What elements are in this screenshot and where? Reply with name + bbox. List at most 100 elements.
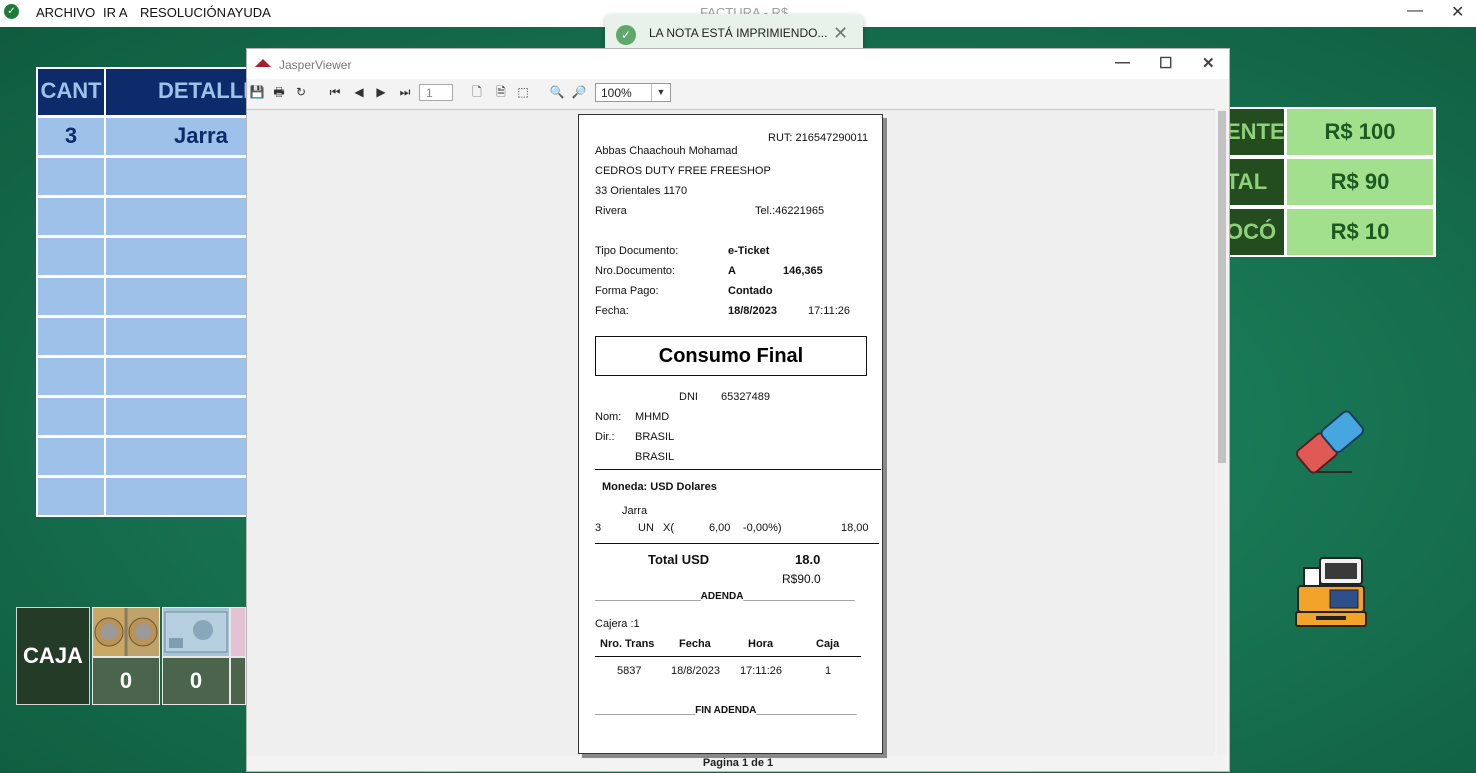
app-logo-icon: ✓ xyxy=(4,4,19,19)
previous-page-icon[interactable]: ◀ xyxy=(351,84,367,100)
close-button[interactable]: ✕ xyxy=(1451,2,1464,22)
minimize-button[interactable]: — xyxy=(1407,2,1423,20)
adenda: ___________________ADENDA_______________… xyxy=(595,591,855,602)
consumo-final-box: Consumo Final xyxy=(595,336,867,376)
col-caja: Caja xyxy=(816,638,840,650)
table-row[interactable] xyxy=(106,198,248,235)
next-page-icon[interactable]: ▶ xyxy=(373,84,389,100)
table-row[interactable] xyxy=(38,318,104,355)
tipo-label: Tipo Documento: xyxy=(595,245,679,257)
nom-label: Nom: xyxy=(595,411,622,423)
divider xyxy=(595,543,879,544)
table-row[interactable] xyxy=(38,198,104,235)
trans-fecha: 18/8/2023 xyxy=(671,665,720,677)
jasper-logo-icon xyxy=(255,59,271,67)
save-icon[interactable]: 💾 xyxy=(249,84,265,100)
actual-size-icon[interactable]: 🗋 xyxy=(469,84,485,100)
total-brl: R$90.0 xyxy=(782,572,821,586)
item-un: UN xyxy=(638,522,654,534)
header-detalle: DETALLE xyxy=(106,69,248,115)
cell-cant[interactable]: 3 xyxy=(38,118,104,155)
page-number-input[interactable]: 1 xyxy=(419,84,453,101)
col-hora: Hora xyxy=(748,638,774,650)
count-notes-2[interactable]: 0 xyxy=(162,657,230,705)
trans-hora: 17:11:26 xyxy=(740,665,783,677)
banknote-5-icon[interactable] xyxy=(230,607,246,657)
eraser-icon[interactable] xyxy=(1292,408,1368,476)
label-troco: OCÓ xyxy=(1226,209,1284,255)
zoom-in-icon[interactable]: 🔍 xyxy=(549,84,565,100)
table-row[interactable] xyxy=(38,478,104,515)
divider xyxy=(595,469,881,470)
nom-value: MHMD xyxy=(635,411,670,423)
table-row[interactable] xyxy=(38,398,104,435)
last-page-icon[interactable]: ⏭ xyxy=(397,84,413,100)
check-icon: ✓ xyxy=(616,25,636,45)
toast-close-icon[interactable]: ✕ xyxy=(833,23,848,44)
banknote-2-icon[interactable] xyxy=(162,607,230,657)
value-recibido: R$ 100 xyxy=(1287,109,1433,155)
col-nro-trans: Nro. Trans xyxy=(600,638,655,650)
zoom-select[interactable]: 100% ▼ xyxy=(595,83,671,102)
table-row[interactable] xyxy=(38,158,104,195)
menu-archivo[interactable]: ARCHIVO xyxy=(36,5,95,20)
table-row[interactable] xyxy=(38,438,104,475)
hora-value: 17:11:26 xyxy=(808,305,851,317)
receipt-address: 33 Orientales 1170 xyxy=(595,185,688,197)
table-row[interactable] xyxy=(106,158,248,195)
cash-register-icon[interactable] xyxy=(1294,556,1368,630)
chevron-down-icon[interactable]: ▼ xyxy=(651,84,670,101)
jasper-toolbar: 💾 🖶 ↻ ⏮ ◀ ▶ ⏭ 1 🗋 🗎 ⬚ 🔍 🔎 100% ▼ xyxy=(247,79,1229,107)
dni-label: DNI xyxy=(679,391,698,403)
count-coins[interactable]: 0 xyxy=(92,657,160,705)
fit-page-icon[interactable]: 🗎 xyxy=(493,84,509,100)
fecha-label: Fecha: xyxy=(595,305,629,317)
page-status: Pagina 1 de 1 xyxy=(702,757,774,769)
count-notes-5[interactable] xyxy=(230,657,246,705)
fit-width-icon[interactable]: ⬚ xyxy=(515,84,531,100)
cajera: Cajera :1 xyxy=(595,618,640,630)
zoom-value: 100% xyxy=(601,86,632,100)
table-row[interactable] xyxy=(38,278,104,315)
table-row[interactable] xyxy=(106,398,248,435)
table-row[interactable] xyxy=(106,438,248,475)
item-qty: 3 xyxy=(595,522,602,534)
table-row[interactable] xyxy=(106,358,248,395)
table-row[interactable] xyxy=(38,358,104,395)
print-icon[interactable]: 🖶 xyxy=(271,84,287,100)
trans-nro: 5837 xyxy=(617,665,642,677)
table-row[interactable] xyxy=(38,238,104,275)
cell-detalle[interactable]: Jarra xyxy=(106,118,248,155)
table-row[interactable] xyxy=(106,318,248,355)
receipt-page: RUT: 216547290011 Abbas Chaachouh Mohama… xyxy=(578,114,883,754)
dir-value-1: BRASIL xyxy=(635,431,675,443)
dir-label: Dir.: xyxy=(595,431,615,443)
menu-ir-a[interactable]: IR A xyxy=(103,5,128,20)
total-usd: 18.0 xyxy=(795,552,821,567)
table-row[interactable] xyxy=(106,238,248,275)
zoom-out-icon[interactable]: 🔎 xyxy=(571,84,587,100)
reload-icon[interactable]: ↻ xyxy=(293,84,309,100)
item-x: X( xyxy=(663,522,674,534)
table-row[interactable] xyxy=(106,278,248,315)
jasper-close-icon[interactable]: ✕ xyxy=(1202,54,1215,72)
nro-label: Nro.Documento: xyxy=(595,265,676,277)
forma-value: Contado xyxy=(728,285,773,297)
first-page-icon[interactable]: ⏮ xyxy=(327,84,343,100)
receipt-owner: Abbas Chaachouh Mohamad xyxy=(595,145,738,157)
menu-ayuda[interactable]: AYUDA xyxy=(227,5,271,20)
moneda: Moneda: USD Dolares xyxy=(602,481,717,493)
coin-icon[interactable] xyxy=(92,607,160,657)
scrollbar-thumb[interactable] xyxy=(1218,111,1226,463)
col-fecha: Fecha xyxy=(679,638,711,650)
table-row[interactable] xyxy=(106,478,248,515)
jasper-maximize-icon[interactable]: ☐ xyxy=(1159,54,1172,72)
nro-value: 146,365 xyxy=(783,265,823,277)
item-discount: -0,00%) xyxy=(743,522,782,534)
total-label: Total USD xyxy=(648,552,710,567)
tipo-value: e-Ticket xyxy=(728,245,770,257)
jasper-minimize-icon[interactable]: — xyxy=(1115,54,1130,71)
menu-resolucion[interactable]: RESOLUCIÓN xyxy=(140,5,226,20)
forma-label: Forma Pago: xyxy=(595,285,659,297)
fin-adenda: __________________FIN ADENDA____________… xyxy=(595,705,857,716)
